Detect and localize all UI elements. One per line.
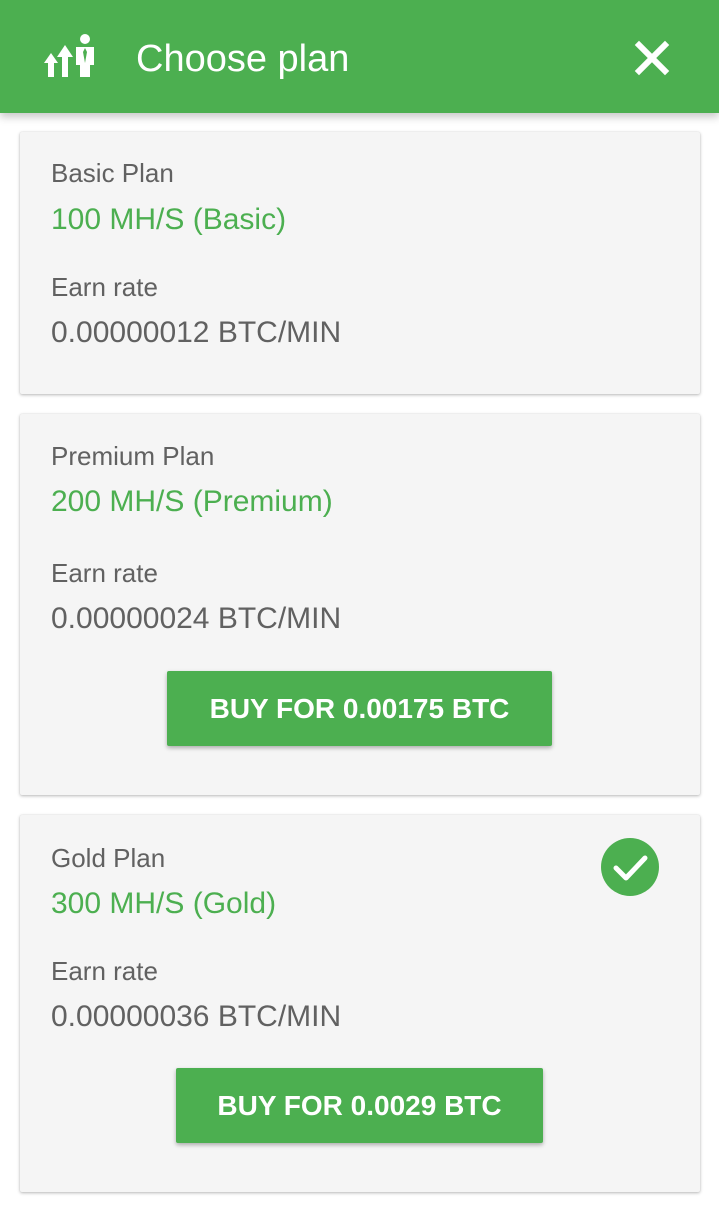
close-icon[interactable]	[630, 36, 674, 80]
app-bar: Choose plan	[0, 0, 719, 113]
earn-rate-value: 0.00000012 BTC/MIN	[51, 316, 342, 349]
buy-gold-button[interactable]: BUY FOR 0.0029 BTC	[176, 1068, 543, 1143]
page-title: Choose plan	[136, 38, 350, 80]
earn-rate-value: 0.00000036 BTC/MIN	[51, 1000, 342, 1033]
check-circle-icon	[601, 838, 659, 896]
earn-rate-value: 0.00000024 BTC/MIN	[51, 602, 342, 635]
earn-rate-label: Earn rate	[51, 558, 158, 588]
plan-card-gold: Gold Plan 300 MH/S (Gold) Earn rate 0.00…	[20, 815, 700, 1192]
plan-card-basic: Basic Plan 100 MH/S (Basic) Earn rate 0.…	[20, 132, 700, 394]
plan-speed: 200 MH/S (Premium)	[51, 485, 333, 518]
upgrade-person-icon	[44, 34, 94, 77]
buy-premium-button[interactable]: BUY FOR 0.00175 BTC	[167, 671, 552, 746]
plan-name: Premium Plan	[51, 441, 215, 471]
plan-name: Basic Plan	[51, 158, 174, 188]
plan-name: Gold Plan	[51, 843, 166, 873]
plan-speed: 100 MH/S (Basic)	[51, 203, 287, 236]
earn-rate-label: Earn rate	[51, 272, 158, 302]
plan-card-premium: Premium Plan 200 MH/S (Premium) Earn rat…	[20, 414, 700, 795]
plan-speed: 300 MH/S (Gold)	[51, 887, 277, 920]
earn-rate-label: Earn rate	[51, 956, 158, 986]
